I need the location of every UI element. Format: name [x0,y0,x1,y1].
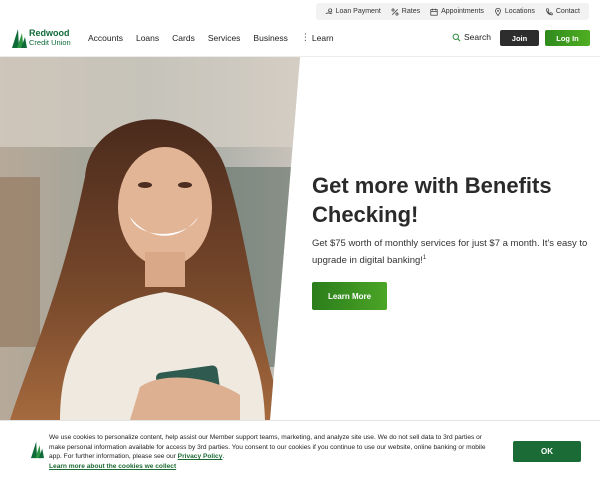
hero-banner: Get more with Benefits Checking! Get $75… [0,57,600,420]
utility-loan-payment[interactable]: Loan Payment [325,7,381,16]
utility-rates-label: Rates [401,8,421,15]
privacy-policy-link[interactable]: Privacy Policy [178,453,223,460]
utility-appointments[interactable]: Appointments [430,8,484,16]
hero-copy: Get more with Benefits Checking! Get $75… [312,171,597,268]
search-icon [452,33,461,41]
brand-name-line2: Credit Union [29,37,71,47]
hero-footnote[interactable]: 1 [423,255,426,261]
search-button[interactable]: Search [452,32,491,42]
utility-links: Loan Payment Rates Appointments Location… [315,3,589,20]
percent-icon [391,8,399,15]
redwood-tree-logo-icon [31,441,44,459]
nav-business[interactable]: Business [253,32,288,43]
calendar-icon [430,8,438,16]
redwood-tree-logo-icon [12,29,27,48]
main-header: Redwood Credit Union Accounts Loans Card… [0,22,600,57]
cookies-learn-more-link[interactable]: Learn more about the cookies we collect [49,463,176,470]
brand-name-line1: Redwood [29,27,70,38]
learn-more-button[interactable]: Learn More [312,282,387,310]
nav-learn[interactable]: ⋮ Learn [301,32,334,43]
nav-accounts[interactable]: Accounts [88,32,123,43]
nav-services[interactable]: Services [208,32,241,43]
phone-icon [546,7,553,15]
nav-learn-label: Learn [311,32,334,43]
cookie-notice-body: We use cookies to personalize content, h… [49,434,486,460]
utility-locations-label: Locations [504,8,535,15]
cookie-banner: We use cookies to personalize content, h… [0,420,600,480]
brand-name: Redwood Credit Union [29,27,71,47]
map-pin-icon [494,7,501,16]
utility-rates[interactable]: Rates [391,8,420,16]
primary-nav: Accounts Loans Cards Services Business ⋮… [88,32,347,43]
hero-title: Get more with Benefits Checking! [312,173,552,227]
hero-body: Get $75 worth of monthly services for ju… [312,236,597,268]
nav-cards[interactable]: Cards [172,32,195,43]
join-button[interactable]: Join [500,30,539,46]
nav-loans[interactable]: Loans [136,32,159,43]
brand-logo[interactable]: Redwood Credit Union [12,27,71,48]
utility-contact[interactable]: Contact [545,7,580,16]
hand-coin-icon [325,7,333,14]
cookie-ok-button[interactable]: OK [513,441,581,462]
hero-body-text: Get $75 worth of monthly services for ju… [312,238,588,267]
search-label: Search [464,32,491,42]
utility-bar: Loan Payment Rates Appointments Location… [0,0,600,22]
utility-loan-payment-label: Loan Payment [335,8,381,15]
cookie-notice-text: We use cookies to personalize content, h… [49,434,486,470]
login-button[interactable]: Log In [545,30,590,46]
utility-contact-label: Contact [555,8,580,15]
kebab-menu-icon: ⋮ [300,32,310,42]
utility-appointments-label: Appointments [441,8,484,15]
utility-locations[interactable]: Locations [494,7,535,16]
